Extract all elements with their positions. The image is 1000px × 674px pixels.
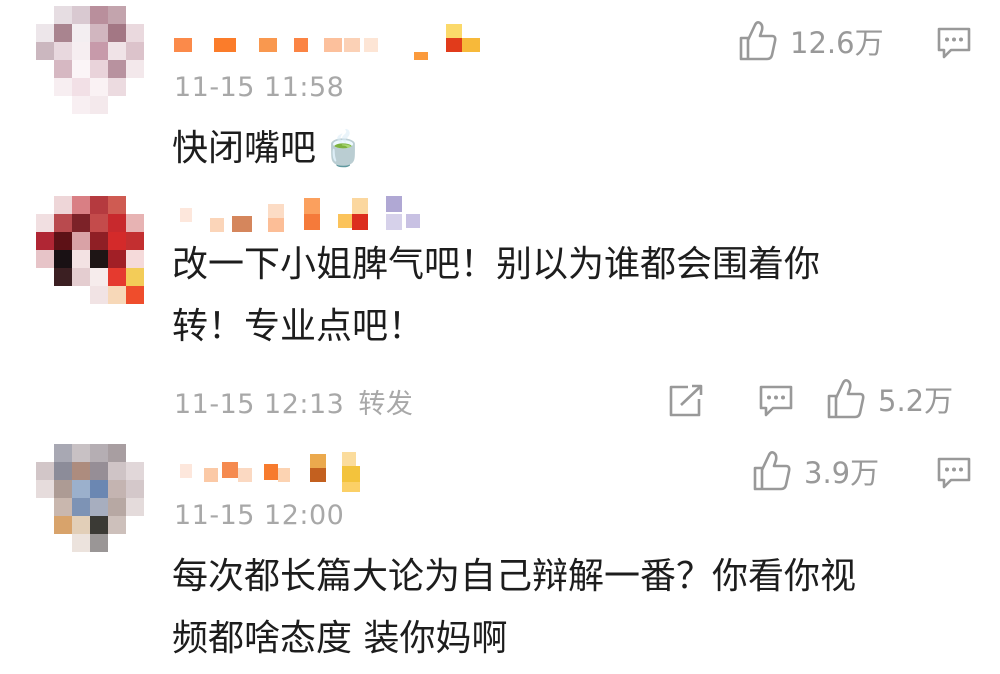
comment-text-line: 每次都长篇大论为自己辩解一番？你看你视 [172,556,857,597]
comment-button[interactable] [936,456,972,490]
avatar[interactable] [36,444,144,552]
like-button[interactable]: 3.9万 [752,450,879,492]
comment-icon [936,456,972,490]
like-icon [752,450,792,492]
username-pixelated[interactable] [174,450,384,494]
comment-item: 3.9万 11-15 12:00 每次都长篇大论为自己辩解一番？你看你视 频都啥… [0,0,1000,674]
comment-text-line: 频都啥态度 装你妈啊 [172,618,508,659]
like-count: 3.9万 [804,456,880,490]
comment-text: 每次都长篇大论为自己辩解一番？你看你视 频都啥态度 装你妈啊 [172,546,856,670]
comment-timestamp: 11-15 12:00 [174,500,345,531]
